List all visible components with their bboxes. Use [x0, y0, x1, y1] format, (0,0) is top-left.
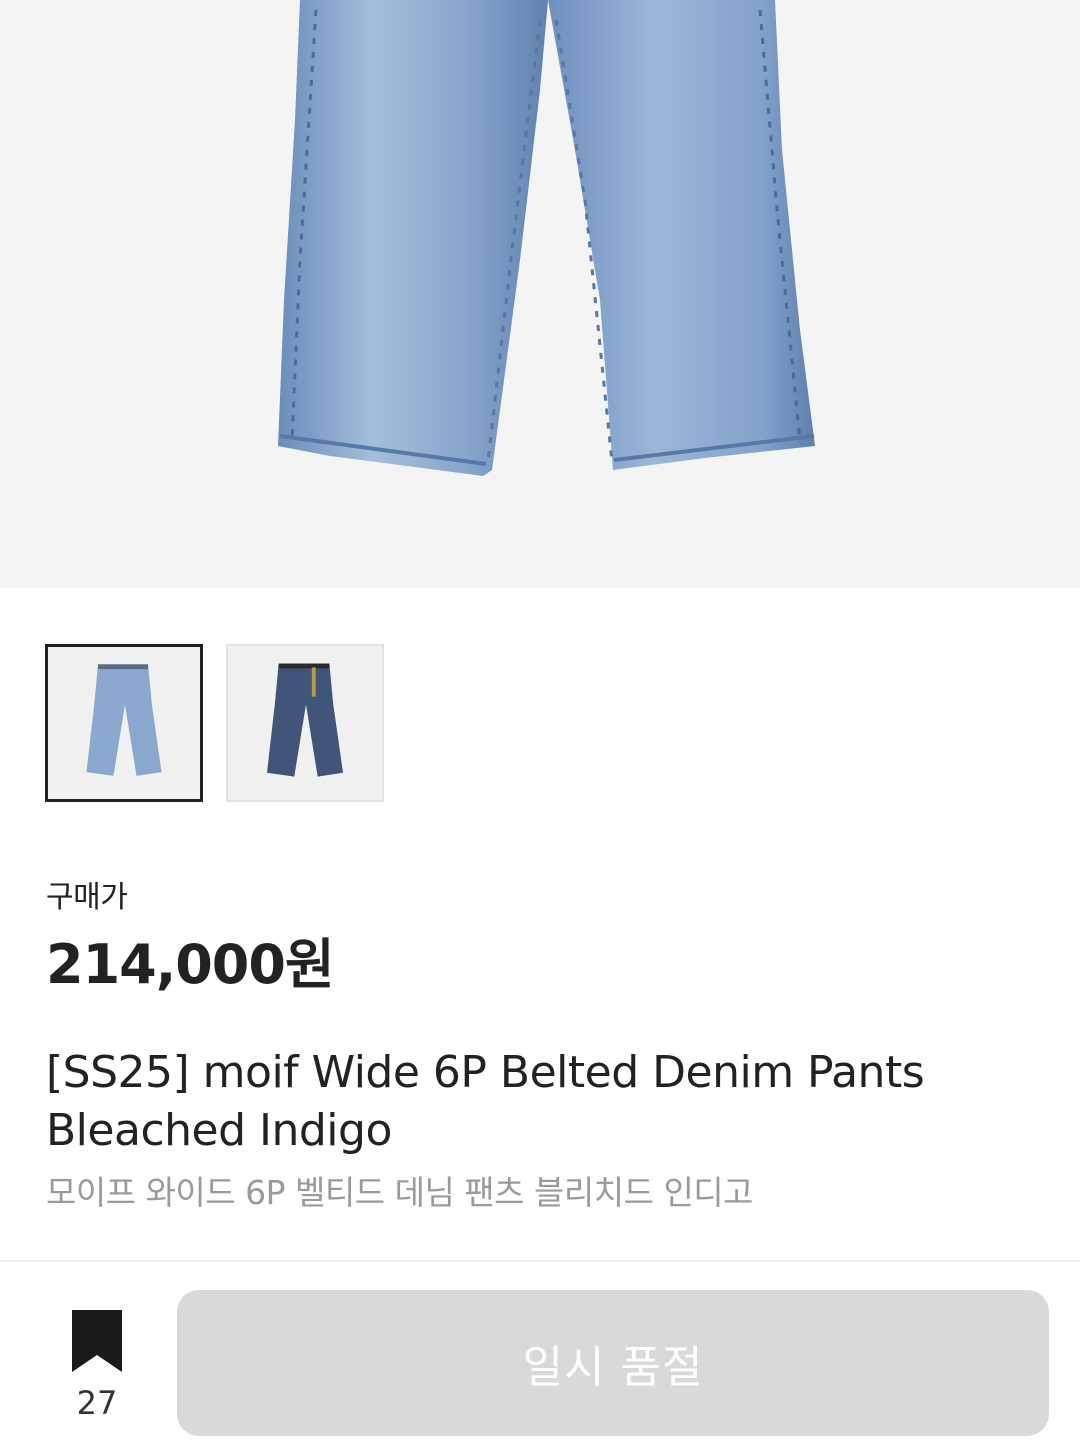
price-value: 214,000원 — [46, 933, 335, 996]
product-detail-page: 구매가 214,000원 [SS25] moif Wide 6P Belted … — [0, 0, 1080, 1440]
bookmark-icon — [72, 1310, 122, 1372]
bookmark-count: 27 — [76, 1384, 118, 1422]
sold-out-button[interactable]: 일시 품절 — [177, 1290, 1049, 1436]
bookmark-button[interactable]: 27 — [56, 1310, 138, 1422]
product-name-ko: 모이프 와이드 6P 벨티드 데님 팬츠 블리치드 인디고 — [46, 1173, 754, 1212]
product-name-en: [SS25] moif Wide 6P Belted Denim Pants B… — [46, 1047, 925, 1156]
product-hero-image — [0, 0, 1080, 588]
denim-pants-image — [278, 0, 815, 476]
denim-thumbnail-dark-image — [228, 646, 382, 800]
thumbnail-light-wash[interactable] — [45, 644, 203, 802]
bottom-action-bar: 27 일시 품절 — [0, 1260, 1080, 1440]
denim-thumbnail-light-image — [48, 647, 200, 799]
price-label: 구매가 — [46, 880, 128, 915]
thumbnail-strip — [45, 644, 384, 802]
thumbnail-dark-wash[interactable] — [226, 644, 384, 802]
